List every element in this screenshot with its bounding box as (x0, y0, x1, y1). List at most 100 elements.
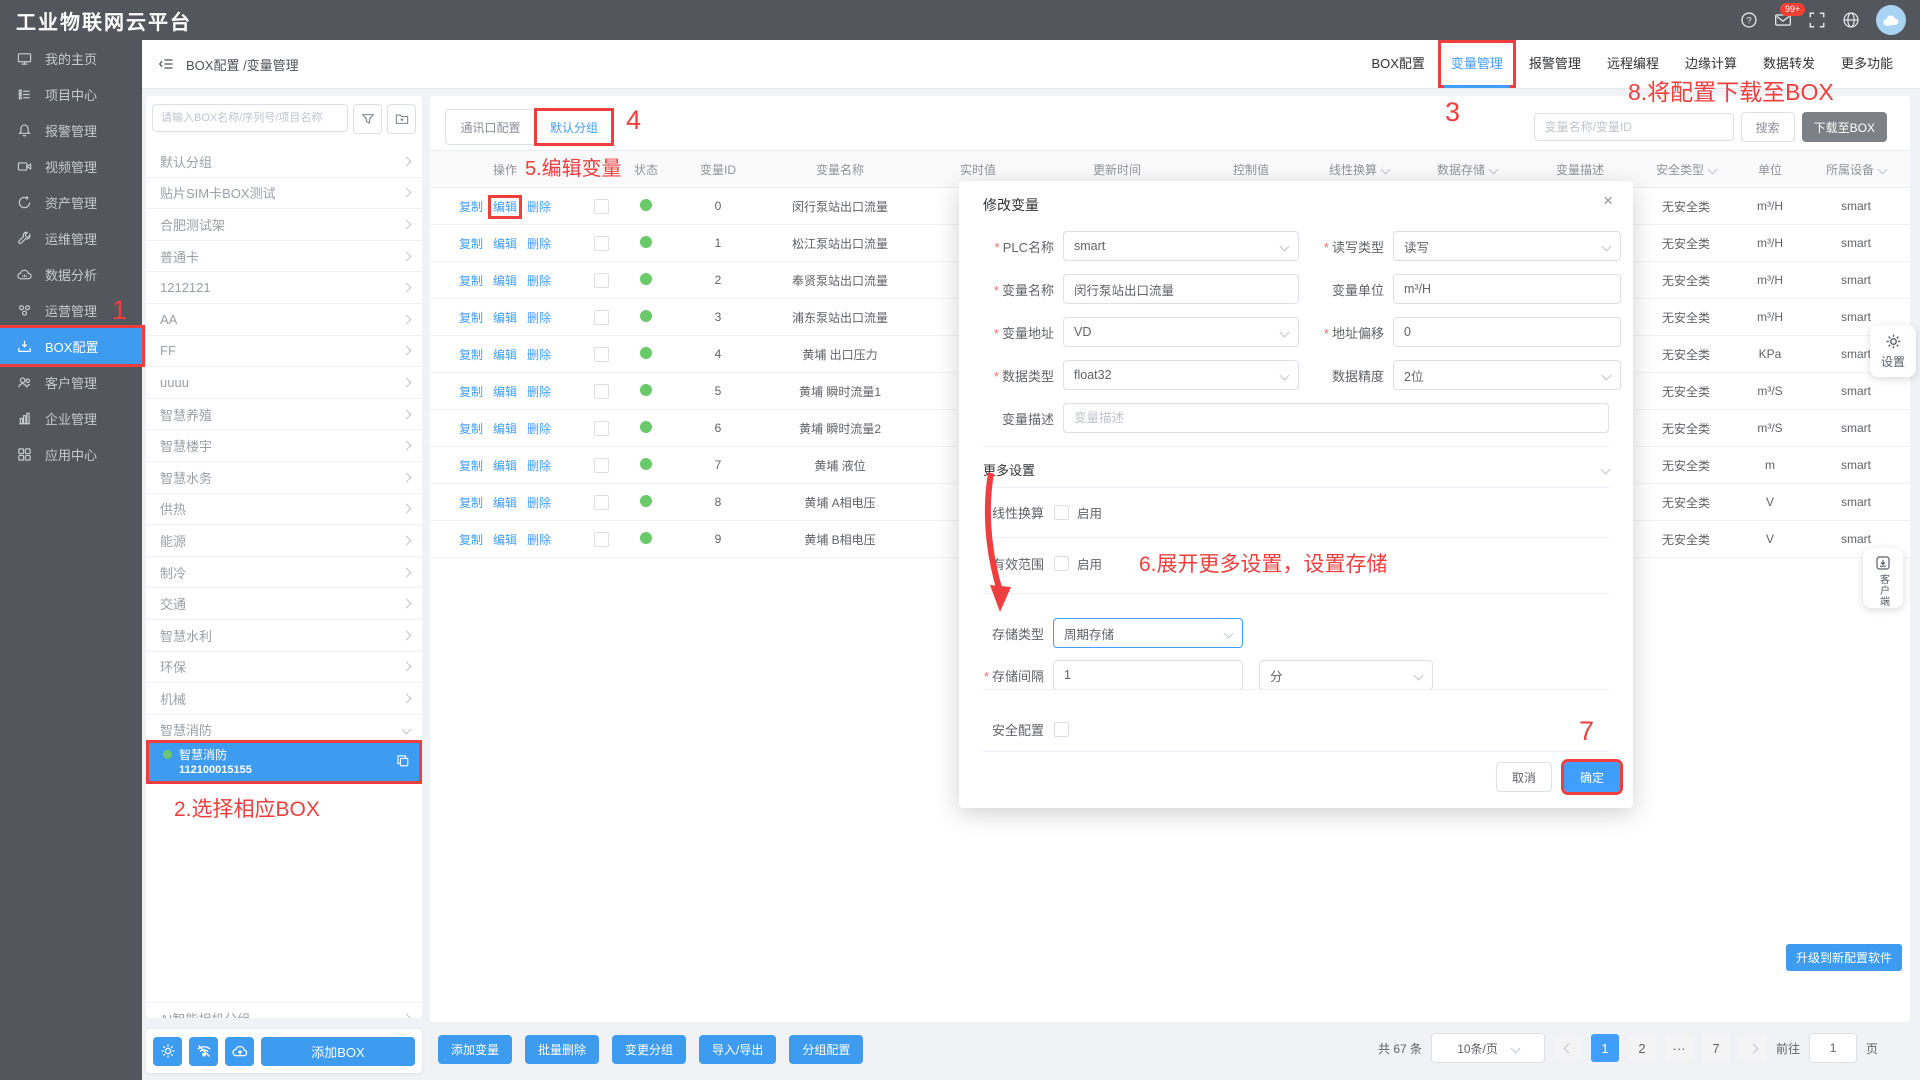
edit-link[interactable]: 编辑 (493, 237, 517, 251)
more-settings-toggle[interactable]: 更多设置 (983, 454, 1609, 484)
group-item[interactable]: 制冷 (146, 557, 422, 589)
row-checkbox[interactable] (594, 384, 609, 399)
copy-link[interactable]: 复制 (459, 496, 483, 510)
selected-box-item[interactable]: 智慧消防 112100015155 (149, 743, 419, 781)
floating-client-download[interactable]: 客户端 (1863, 548, 1903, 608)
edit-link[interactable]: 编辑 (493, 459, 517, 473)
sidebar-item-enterprise[interactable]: 企业管理 (0, 400, 142, 436)
sidebar-item-app-center[interactable]: 应用中心 (0, 436, 142, 472)
precision-select[interactable]: 2位 (1393, 360, 1621, 390)
mail-icon[interactable]: 99+ (1774, 11, 1792, 29)
group-config-button[interactable]: 分组配置 (789, 1035, 863, 1064)
edit-link[interactable]: 编辑 (493, 348, 517, 362)
copy-link[interactable]: 复制 (459, 274, 483, 288)
col-device[interactable]: 所属设备 (1802, 151, 1910, 188)
next-page-button[interactable] (1739, 1034, 1767, 1062)
delete-link[interactable]: 删除 (527, 348, 551, 362)
delete-link[interactable]: 删除 (527, 237, 551, 251)
row-checkbox[interactable] (594, 421, 609, 436)
range-enable-checkbox[interactable] (1054, 556, 1069, 571)
copy-link[interactable]: 复制 (459, 311, 483, 325)
group-item[interactable]: 智慧养殖 (146, 399, 422, 431)
group-item[interactable]: 普通卡 (146, 241, 422, 273)
edit-link[interactable]: 编辑 (493, 422, 517, 436)
delete-link[interactable]: 删除 (527, 459, 551, 473)
help-icon[interactable]: ? (1740, 11, 1758, 29)
page-size-select[interactable]: 10条/页 (1431, 1033, 1545, 1063)
var-unit-input[interactable] (1393, 274, 1621, 304)
floating-settings-button[interactable]: 设置 (1870, 325, 1916, 377)
row-checkbox[interactable] (594, 236, 609, 251)
add-group-button[interactable] (387, 104, 416, 134)
menu-fold-icon[interactable] (158, 56, 174, 72)
download-to-box-button[interactable]: 下载至BOX (1802, 112, 1887, 142)
row-checkbox[interactable] (594, 532, 609, 547)
copy-link[interactable]: 复制 (459, 385, 483, 399)
confirm-button[interactable]: 确定 (1564, 762, 1620, 792)
copy-link[interactable]: 复制 (459, 533, 483, 547)
storage-type-select[interactable]: 周期存储 (1053, 618, 1243, 648)
sidebar-item-alarms[interactable]: 报警管理 (0, 112, 142, 148)
tab-box-config[interactable]: BOX配置 (1358, 40, 1437, 88)
page-button-2[interactable]: 2 (1628, 1034, 1656, 1062)
delete-link[interactable]: 删除 (527, 311, 551, 325)
group-item[interactable]: 能源 (146, 525, 422, 557)
upgrade-config-software-button[interactable]: 升级到新配置软件 (1786, 944, 1902, 971)
edit-link[interactable]: 编辑 (493, 200, 517, 214)
var-name-input[interactable] (1063, 274, 1299, 304)
row-checkbox[interactable] (594, 310, 609, 325)
copy-link[interactable]: 复制 (459, 237, 483, 251)
sidebar-item-analytics[interactable]: 数据分析 (0, 256, 142, 292)
cancel-button[interactable]: 取消 (1496, 762, 1552, 792)
delete-link[interactable]: 删除 (527, 385, 551, 399)
fullscreen-icon[interactable] (1808, 11, 1826, 29)
group-item[interactable]: 环保 (146, 652, 422, 684)
edit-link[interactable]: 编辑 (493, 311, 517, 325)
tab-variable-management[interactable]: 变量管理 (1438, 40, 1516, 88)
data-type-select[interactable]: float32 (1063, 360, 1299, 390)
sidebar-item-customers[interactable]: 客户管理 (0, 364, 142, 400)
sidebar-item-box-config[interactable]: BOX配置 (0, 328, 142, 364)
copy-link[interactable]: 复制 (459, 348, 483, 362)
sidebar-item-assets[interactable]: 资产管理 (0, 184, 142, 220)
language-globe-icon[interactable] (1842, 11, 1860, 29)
box-settings-button[interactable] (153, 1037, 182, 1066)
row-checkbox[interactable] (594, 273, 609, 288)
col-security[interactable]: 安全类型 (1634, 151, 1738, 188)
addr-offset-input[interactable] (1393, 317, 1621, 347)
tab-default-group[interactable]: 默认分组 (536, 110, 612, 144)
row-checkbox[interactable] (594, 347, 609, 362)
copy-link[interactable]: 复制 (459, 422, 483, 436)
close-icon[interactable]: × (1603, 191, 1613, 211)
variable-search-input[interactable] (1534, 113, 1734, 141)
batch-delete-button[interactable]: 批量删除 (525, 1035, 599, 1064)
import-export-button[interactable]: 导入/导出 (699, 1035, 776, 1064)
group-item-expanded[interactable]: 智慧消防 (146, 715, 422, 747)
page-ellipsis[interactable]: ··· (1665, 1034, 1693, 1062)
delete-link[interactable]: 删除 (527, 422, 551, 436)
edit-link[interactable]: 编辑 (493, 385, 517, 399)
box-cloud-upload-button[interactable] (225, 1037, 254, 1066)
group-item[interactable]: 智慧楼宇 (146, 430, 422, 462)
row-checkbox[interactable] (594, 495, 609, 510)
group-item[interactable]: 默认分组 (146, 146, 422, 178)
user-avatar[interactable] (1876, 5, 1906, 35)
delete-link[interactable]: 删除 (527, 274, 551, 288)
tab-alarm-management[interactable]: 报警管理 (1516, 40, 1594, 88)
rw-type-select[interactable]: 读写 (1393, 231, 1621, 261)
delete-link[interactable]: 删除 (527, 200, 551, 214)
group-item[interactable]: 交通 (146, 588, 422, 620)
storage-interval-unit-select[interactable]: 分 (1259, 660, 1433, 690)
change-group-button[interactable]: 变更分组 (612, 1035, 686, 1064)
group-item[interactable]: 合肥测试架 (146, 209, 422, 241)
prev-page-button[interactable] (1554, 1034, 1582, 1062)
linear-enable-checkbox[interactable] (1054, 505, 1069, 520)
group-item[interactable]: FF (146, 336, 422, 368)
search-button[interactable]: 搜索 (1741, 112, 1795, 142)
group-item[interactable]: uuuu (146, 367, 422, 399)
edit-link[interactable]: 编辑 (493, 533, 517, 547)
box-search-input[interactable] (152, 104, 348, 132)
tab-more-functions[interactable]: 更多功能 (1828, 40, 1906, 88)
page-button-1[interactable]: 1 (1591, 1034, 1619, 1062)
plc-name-select[interactable]: smart (1063, 231, 1299, 261)
